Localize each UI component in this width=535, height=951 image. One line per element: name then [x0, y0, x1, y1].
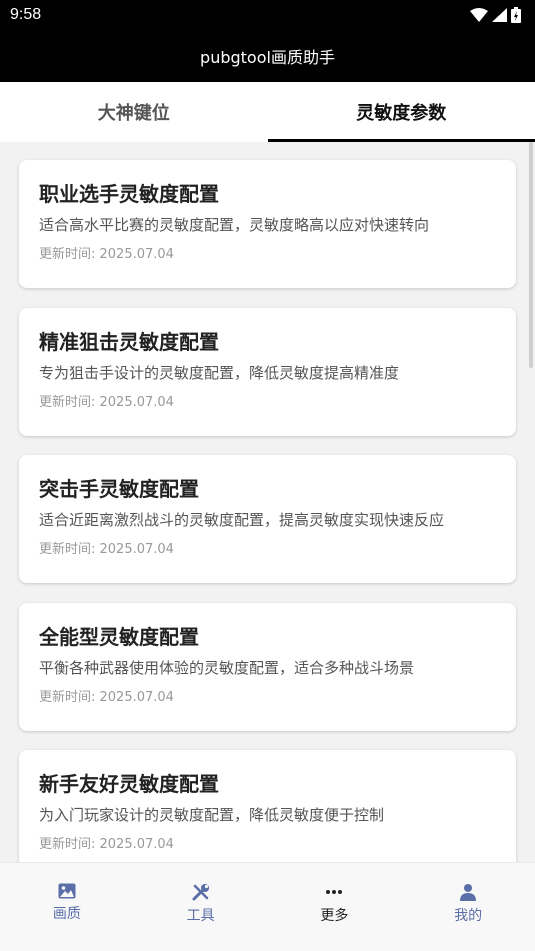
nav-label: 画质 [52, 906, 81, 922]
tab-bar: 大神键位 灵敏度参数 [0, 82, 535, 142]
status-time: 9:58 [10, 6, 42, 23]
app-title: pubgtool画质助手 [200, 48, 335, 67]
config-card[interactable]: 新手友好灵敏度配置 为入门玩家设计的灵敏度配置，降低灵敏度便于控制 更新时间: … [19, 750, 516, 862]
signal-icon [492, 8, 507, 22]
tab-pro-keys[interactable]: 大神键位 [0, 82, 268, 142]
nav-label: 工具 [186, 908, 215, 924]
battery-icon [511, 7, 521, 23]
nav-item-quality[interactable]: 画质 [0, 863, 134, 951]
card-title: 精准狙击灵敏度配置 [39, 330, 219, 354]
card-desc: 适合近距离激烈战斗的灵敏度配置，提高灵敏度实现快速反应 [39, 511, 445, 529]
card-date: 更新时间: 2025.07.04 [39, 690, 174, 705]
nav-label: 更多 [320, 908, 349, 924]
card-date: 更新时间: 2025.07.04 [39, 837, 174, 852]
status-bar: 9:58 [0, 0, 535, 30]
card-date: 更新时间: 2025.07.04 [39, 247, 174, 262]
config-card[interactable]: 职业选手灵敏度配置 适合高水平比赛的灵敏度配置，灵敏度略高以应对快速转向 更新时… [19, 160, 516, 288]
nav-item-tools[interactable]: 工具 [134, 863, 268, 951]
card-desc: 平衡各种武器使用体验的灵敏度配置，适合多种战斗场景 [39, 659, 415, 677]
config-card[interactable]: 全能型灵敏度配置 平衡各种武器使用体验的灵敏度配置，适合多种战斗场景 更新时间:… [19, 603, 516, 731]
status-icons [470, 7, 521, 23]
user-icon [460, 884, 477, 901]
scrollbar[interactable] [529, 142, 533, 368]
image-icon [58, 883, 76, 899]
app-bar: pubgtool画质助手 [0, 30, 535, 82]
card-title: 新手友好灵敏度配置 [39, 772, 219, 796]
nav-item-profile[interactable]: 我的 [401, 863, 535, 951]
card-title: 职业选手灵敏度配置 [39, 182, 219, 206]
card-desc: 为入门玩家设计的灵敏度配置，降低灵敏度便于控制 [39, 806, 385, 824]
tools-icon [192, 884, 209, 901]
card-desc: 专为狙击手设计的灵敏度配置，降低灵敏度提高精准度 [39, 364, 400, 382]
card-date: 更新时间: 2025.07.04 [39, 395, 174, 410]
tab-label: 大神键位 [97, 103, 170, 124]
nav-item-more[interactable]: 更多 [268, 863, 402, 951]
more-icon [326, 890, 343, 894]
wifi-icon [470, 8, 488, 22]
nav-label: 我的 [454, 908, 483, 924]
card-desc: 适合高水平比赛的灵敏度配置，灵敏度略高以应对快速转向 [39, 216, 430, 234]
card-title: 突击手灵敏度配置 [39, 477, 199, 501]
config-card[interactable]: 突击手灵敏度配置 适合近距离激烈战斗的灵敏度配置，提高灵敏度实现快速反应 更新时… [19, 455, 516, 583]
tab-sensitivity[interactable]: 灵敏度参数 [267, 82, 535, 142]
card-date: 更新时间: 2025.07.04 [39, 542, 174, 557]
bottom-nav: 画质 工具 更多 我的 [0, 862, 535, 951]
card-title: 全能型灵敏度配置 [39, 625, 199, 649]
config-card[interactable]: 精准狙击灵敏度配置 专为狙击手设计的灵敏度配置，降低灵敏度提高精准度 更新时间:… [19, 308, 516, 436]
tab-label: 灵敏度参数 [356, 103, 447, 124]
config-list[interactable]: 职业选手灵敏度配置 适合高水平比赛的灵敏度配置，灵敏度略高以应对快速转向 更新时… [0, 142, 535, 862]
